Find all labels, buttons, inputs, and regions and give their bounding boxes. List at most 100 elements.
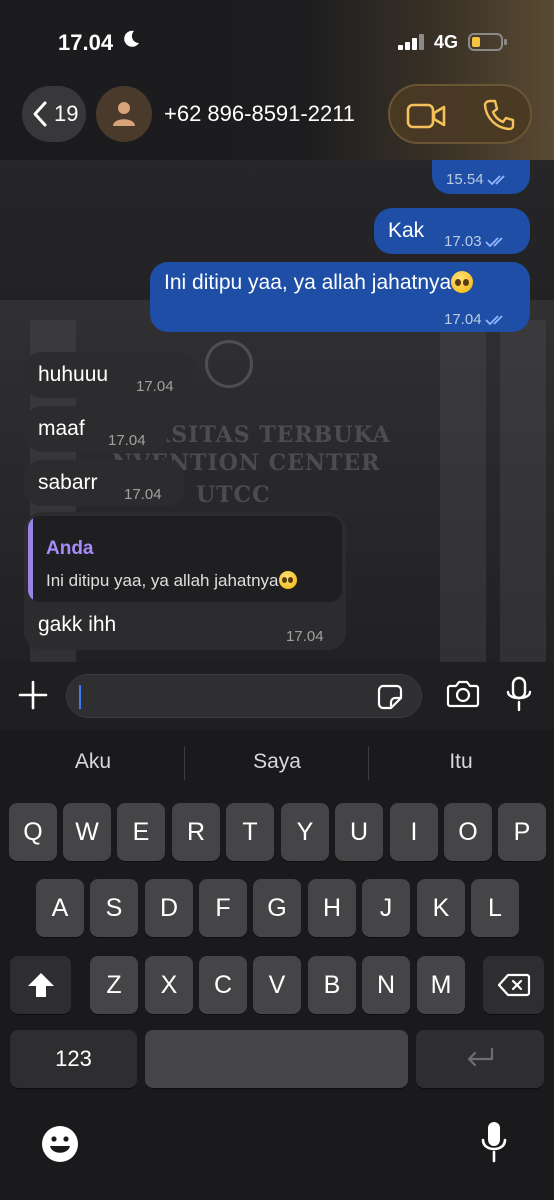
suggestion-divider xyxy=(368,746,369,780)
phone-icon[interactable] xyxy=(482,98,516,132)
key-q[interactable]: Q xyxy=(9,803,57,861)
unread-count: 19 xyxy=(54,101,79,126)
pleading-face-icon xyxy=(278,571,297,589)
message-meta: 15.54 xyxy=(446,167,509,193)
space-key[interactable] xyxy=(145,1030,408,1088)
wallpaper-column xyxy=(440,320,486,662)
message-incoming[interactable]: huhuuu 17.04 xyxy=(24,352,196,398)
delete-key[interactable] xyxy=(483,956,544,1014)
message-incoming[interactable]: sabarr 17.04 xyxy=(24,460,184,506)
quoted-message[interactable]: Anda Ini ditipu yaa, ya allah jahatnya xyxy=(28,516,342,602)
key-t[interactable]: T xyxy=(226,803,274,861)
message-time: 15.54 xyxy=(446,171,484,188)
quote-text: Ini ditipu yaa, ya allah jahatnya xyxy=(46,568,297,594)
key-b[interactable]: B xyxy=(308,956,356,1014)
quote-author: Anda xyxy=(46,538,94,559)
key-o[interactable]: O xyxy=(444,803,492,861)
suggestion-3[interactable]: Itu xyxy=(386,750,536,774)
read-receipt-icon xyxy=(486,175,505,186)
video-call-icon[interactable] xyxy=(406,102,446,130)
key-e[interactable]: E xyxy=(117,803,165,861)
key-s[interactable]: S xyxy=(90,879,138,937)
plus-icon[interactable] xyxy=(18,680,48,710)
network-type: 4G xyxy=(434,32,459,52)
message-time: 17.04 xyxy=(124,486,162,503)
pleading-face-icon xyxy=(451,271,474,293)
key-z[interactable]: Z xyxy=(90,956,138,1014)
message-incoming-reply[interactable]: Anda Ini ditipu yaa, ya allah jahatnya g… xyxy=(24,512,346,650)
key-i[interactable]: I xyxy=(390,803,438,861)
microphone-icon[interactable] xyxy=(506,676,532,712)
key-l[interactable]: L xyxy=(471,879,519,937)
message-text: gakk ihh xyxy=(38,613,117,636)
dictation-icon[interactable] xyxy=(480,1120,508,1164)
message-text: Kak xyxy=(388,219,425,242)
signal-icon xyxy=(398,34,424,50)
key-d[interactable]: D xyxy=(145,879,193,937)
message-meta: 17.04 xyxy=(444,307,507,333)
chevron-left-icon xyxy=(33,101,47,127)
back-button[interactable]: 19 xyxy=(22,86,86,142)
suggestion-2[interactable]: Saya xyxy=(202,750,352,774)
message-text: Ini ditipu yaa, ya allah jahatnya xyxy=(164,270,474,296)
contact-name[interactable]: +62 896-8591-2211 xyxy=(164,101,355,127)
key-y[interactable]: Y xyxy=(281,803,329,861)
message-time: 17.04 xyxy=(286,628,324,645)
key-c[interactable]: C xyxy=(199,956,247,1014)
wallpaper-text: RSITAS TERBUKA xyxy=(152,422,391,448)
numbers-key[interactable]: 123 xyxy=(10,1030,137,1088)
message-outgoing[interactable]: Ini ditipu yaa, ya allah jahatnya 17.04 xyxy=(150,262,530,332)
wallpaper-text: UTCC xyxy=(196,482,271,508)
message-text: maaf xyxy=(38,417,85,440)
read-receipt-icon xyxy=(484,237,503,248)
status-time: 17.04 xyxy=(58,30,114,55)
key-j[interactable]: J xyxy=(362,879,410,937)
read-receipt-icon xyxy=(484,315,503,326)
key-f[interactable]: F xyxy=(199,879,247,937)
wallpaper-column xyxy=(500,320,546,662)
message-incoming[interactable]: maaf 17.04 xyxy=(24,406,168,452)
shift-key[interactable] xyxy=(10,956,71,1014)
key-x[interactable]: X xyxy=(145,956,193,1014)
message-time: 17.04 xyxy=(108,432,146,449)
text-caret xyxy=(79,685,81,709)
suggestion-1[interactable]: Aku xyxy=(18,750,168,774)
chat-header: 17.04 4G 19 +62 896-8591-2211 xyxy=(0,0,554,160)
message-outgoing[interactable]: 15.54 xyxy=(432,160,530,194)
message-text: huhuuu xyxy=(38,363,109,386)
key-w[interactable]: W xyxy=(63,803,111,861)
sticker-icon[interactable] xyxy=(377,684,403,710)
shift-icon xyxy=(27,973,54,997)
status-bar: 17.04 4G xyxy=(0,0,554,80)
key-g[interactable]: G xyxy=(253,879,301,937)
battery-icon xyxy=(468,33,507,51)
message-time: 17.04 xyxy=(444,311,482,328)
moon-icon xyxy=(124,30,139,47)
return-icon xyxy=(467,1047,494,1067)
camera-icon[interactable] xyxy=(446,680,480,708)
key-n[interactable]: N xyxy=(362,956,410,1014)
wallpaper-logo xyxy=(205,340,253,388)
call-actions xyxy=(388,84,532,144)
message-input[interactable] xyxy=(66,674,422,718)
key-u[interactable]: U xyxy=(335,803,383,861)
return-key[interactable] xyxy=(416,1030,544,1088)
message-text-content: Ini ditipu yaa, ya allah jahatnya xyxy=(164,271,452,294)
key-v[interactable]: V xyxy=(253,956,301,1014)
key-k[interactable]: K xyxy=(417,879,465,937)
key-h[interactable]: H xyxy=(308,879,356,937)
emoji-icon[interactable] xyxy=(40,1124,80,1164)
message-time: 17.04 xyxy=(136,378,174,395)
person-icon xyxy=(113,102,135,126)
avatar[interactable] xyxy=(96,86,152,142)
message-outgoing[interactable]: Kak 17.03 xyxy=(374,208,530,254)
message-time: 17.03 xyxy=(444,233,482,250)
key-r[interactable]: R xyxy=(172,803,220,861)
quote-accent-bar xyxy=(28,516,33,602)
quote-text-content: Ini ditipu yaa, ya allah jahatnya xyxy=(46,571,279,590)
key-m[interactable]: M xyxy=(417,956,465,1014)
key-p[interactable]: P xyxy=(498,803,546,861)
keyboard: Aku Saya Itu Q W E R T Y U I O P A S D F… xyxy=(0,730,554,1200)
key-a[interactable]: A xyxy=(36,879,84,937)
suggestion-divider xyxy=(184,746,185,780)
